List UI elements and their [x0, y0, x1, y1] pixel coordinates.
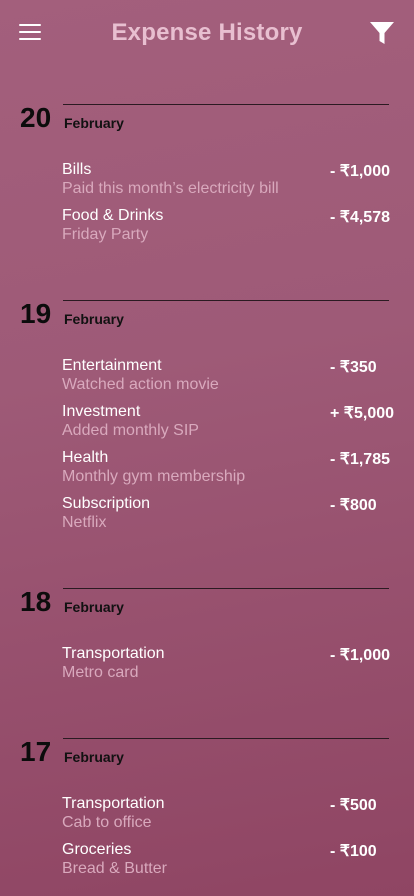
transaction-category: Bills: [62, 161, 92, 178]
app-header: Expense History: [0, 0, 414, 66]
transaction-note: Bread & Butter: [62, 860, 167, 877]
date-month: February: [64, 115, 124, 131]
date-divider: [63, 738, 389, 739]
transaction-category: Transportation: [62, 795, 165, 812]
page-title: Expense History: [111, 19, 303, 46]
transaction-category: Health: [62, 449, 109, 466]
transaction-amount: - ₹1,000: [330, 163, 390, 180]
date-day: 20: [20, 102, 52, 133]
date-month: February: [64, 599, 124, 615]
transaction-note: Netflix: [62, 514, 107, 531]
transaction-note: Paid this month’s electricity bill: [62, 180, 279, 197]
transaction-note: Friday Party: [62, 226, 149, 243]
transaction-amount: - ₹1,785: [330, 451, 390, 468]
transaction-amount: + ₹5,000: [330, 405, 395, 422]
transaction-category: Subscription: [62, 495, 151, 512]
transaction-category: Groceries: [62, 841, 132, 858]
transaction-item[interactable]: Groceries Bread & Butter - ₹100: [0, 841, 414, 883]
filter-icon[interactable]: [369, 20, 395, 46]
transaction-note: Added monthly SIP: [62, 422, 199, 439]
transaction-item[interactable]: Health Monthly gym membership - ₹1,785: [0, 449, 414, 491]
date-day: 17: [20, 736, 52, 767]
transaction-note: Watched action movie: [62, 376, 219, 393]
date-divider: [63, 588, 389, 589]
date-divider: [63, 104, 389, 105]
transaction-amount: - ₹4,578: [330, 209, 390, 226]
transaction-note: Monthly gym membership: [62, 468, 246, 485]
transaction-amount: - ₹800: [330, 497, 377, 514]
date-divider: [63, 300, 389, 301]
transaction-item[interactable]: Subscription Netflix - ₹800: [0, 495, 414, 537]
transaction-amount: - ₹500: [330, 797, 377, 814]
transaction-note: Metro card: [62, 664, 139, 681]
transaction-category: Investment: [62, 403, 141, 420]
date-day: 18: [20, 586, 52, 617]
transaction-item[interactable]: Transportation Metro card - ₹1,000: [0, 645, 414, 687]
transaction-category: Transportation: [62, 645, 165, 662]
transaction-item[interactable]: Entertainment Watched action movie - ₹35…: [0, 357, 414, 399]
transaction-item[interactable]: Transportation Cab to office - ₹500: [0, 795, 414, 837]
transaction-item[interactable]: Investment Added monthly SIP + ₹5,000: [0, 403, 414, 445]
transaction-category: Food & Drinks: [62, 207, 164, 224]
transaction-category: Entertainment: [62, 357, 162, 374]
transaction-amount: - ₹350: [330, 359, 377, 376]
date-day: 19: [20, 298, 52, 329]
transaction-item[interactable]: Bills Paid this month’s electricity bill…: [0, 161, 414, 203]
transaction-note: Cab to office: [62, 814, 152, 831]
date-month: February: [64, 749, 124, 765]
transaction-amount: - ₹100: [330, 843, 377, 860]
transaction-amount: - ₹1,000: [330, 647, 390, 664]
transaction-item[interactable]: Food & Drinks Friday Party - ₹4,578: [0, 207, 414, 249]
date-month: February: [64, 311, 124, 327]
